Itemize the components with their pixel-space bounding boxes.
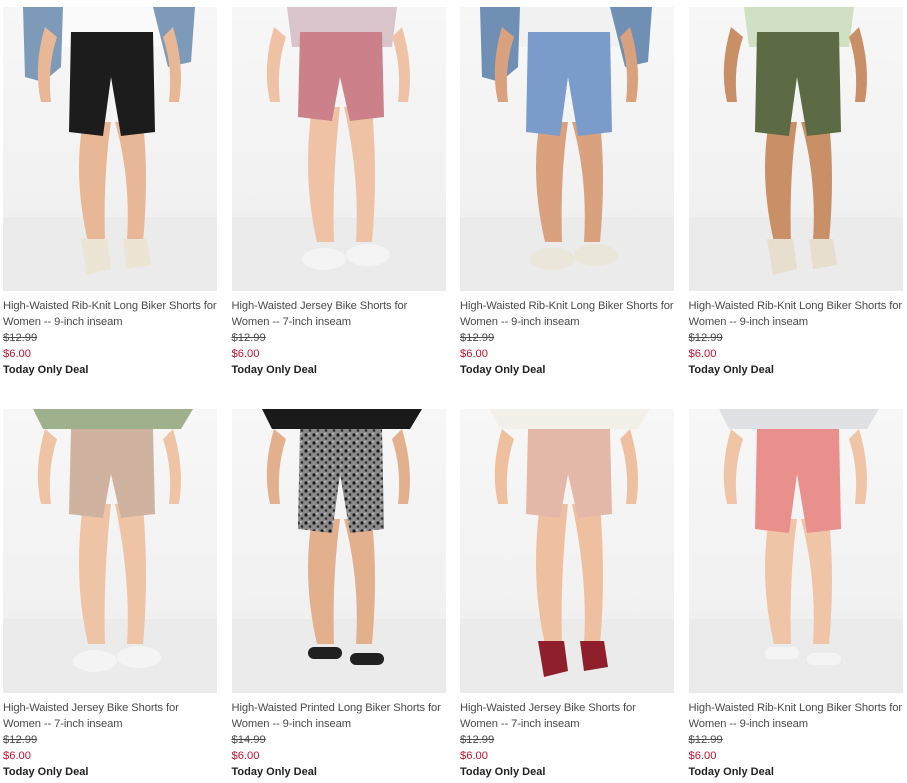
original-price: $12.99: [688, 332, 723, 344]
product-card[interactable]: High-Waisted Jersey Bike Shorts for Wome…: [460, 409, 674, 783]
product-name[interactable]: High-Waisted Jersey Bike Shorts for Wome…: [232, 298, 446, 330]
deal-badge: Today Only Deal: [3, 364, 89, 376]
sale-price: $6.00: [231, 750, 260, 762]
sale-price: $6.00: [688, 750, 717, 762]
product-name[interactable]: High-Waisted Printed Long Biker Shorts f…: [232, 700, 446, 732]
product-name[interactable]: High-Waisted Rib-Knit Long Biker Shorts …: [689, 298, 903, 330]
original-price: $12.99: [3, 332, 38, 344]
product-name[interactable]: High-Waisted Rib-Knit Long Biker Shorts …: [460, 298, 674, 330]
sale-price: $6.00: [460, 348, 488, 360]
product-name[interactable]: High-Waisted Jersey Bike Shorts for Wome…: [460, 700, 674, 732]
sale-price: $6.00: [688, 348, 717, 360]
product-name[interactable]: High-Waisted Jersey Bike Shorts for Wome…: [3, 700, 217, 732]
product-grid: High-Waisted Rib-Knit Long Biker Shorts …: [3, 7, 903, 783]
product-image[interactable]: [231, 409, 446, 693]
product-image[interactable]: [3, 7, 217, 291]
original-price: $12.99: [460, 734, 495, 746]
deal-badge: Today Only Deal: [3, 766, 89, 778]
product-image[interactable]: [460, 409, 674, 693]
original-price: $12.99: [231, 332, 266, 344]
deal-badge: Today Only Deal: [688, 364, 774, 376]
sale-price: $6.00: [460, 750, 488, 762]
product-card[interactable]: High-Waisted Jersey Bike Shorts for Wome…: [231, 7, 446, 381]
product-card[interactable]: High-Waisted Printed Long Biker Shorts f…: [231, 409, 446, 783]
original-price: $14.99: [231, 734, 266, 746]
deal-badge: Today Only Deal: [460, 364, 546, 376]
sale-price: $6.00: [3, 750, 31, 762]
deal-badge: Today Only Deal: [231, 364, 317, 376]
product-card[interactable]: High-Waisted Rib-Knit Long Biker Shorts …: [688, 7, 903, 381]
product-card[interactable]: High-Waisted Rib-Knit Long Biker Shorts …: [460, 7, 674, 381]
original-price: $12.99: [3, 734, 38, 746]
deal-badge: Today Only Deal: [460, 766, 546, 778]
product-name[interactable]: High-Waisted Rib-Knit Long Biker Shorts …: [689, 700, 903, 732]
product-name[interactable]: High-Waisted Rib-Knit Long Biker Shorts …: [3, 298, 217, 330]
sale-price: $6.00: [231, 348, 260, 360]
product-image[interactable]: [231, 7, 446, 291]
product-card[interactable]: High-Waisted Rib-Knit Long Biker Shorts …: [3, 7, 217, 381]
product-card[interactable]: High-Waisted Rib-Knit Long Biker Shorts …: [688, 409, 903, 783]
original-price: $12.99: [688, 734, 723, 746]
product-image[interactable]: [688, 409, 903, 693]
deal-badge: Today Only Deal: [231, 766, 317, 778]
original-price: $12.99: [460, 332, 495, 344]
product-image[interactable]: [460, 7, 674, 291]
deal-badge: Today Only Deal: [688, 766, 774, 778]
product-image[interactable]: [688, 7, 903, 291]
product-image[interactable]: [3, 409, 217, 693]
sale-price: $6.00: [3, 348, 31, 360]
product-card[interactable]: High-Waisted Jersey Bike Shorts for Wome…: [3, 409, 217, 783]
